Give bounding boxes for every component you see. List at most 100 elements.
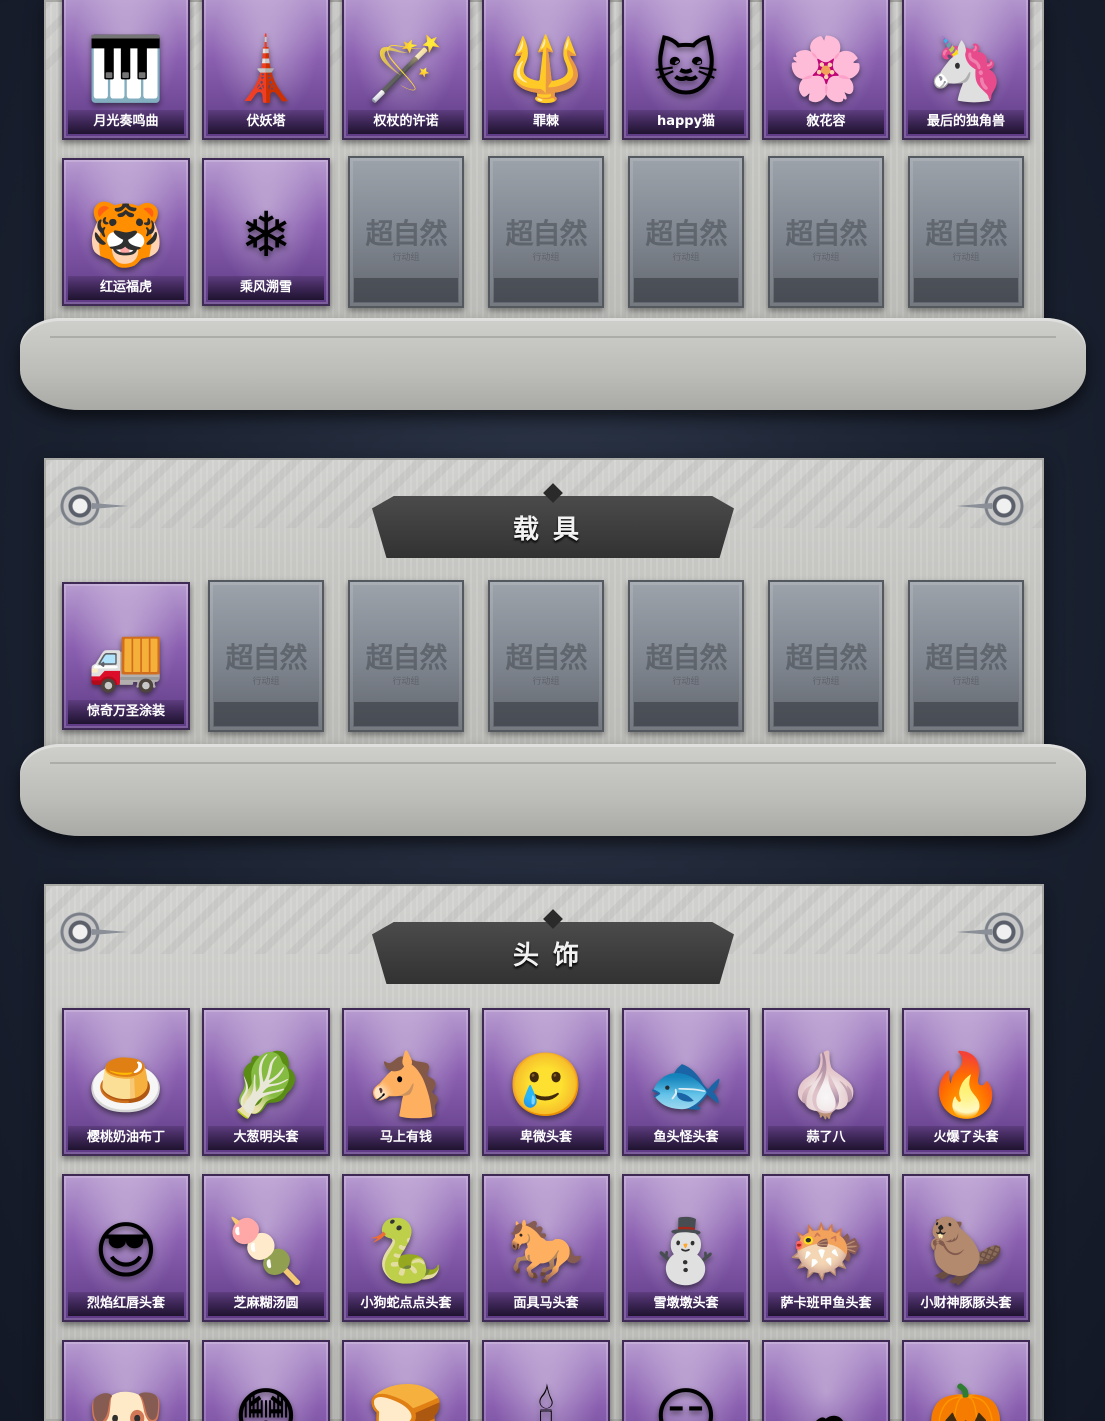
empty-slot-subtitle: 行动组 — [532, 677, 560, 687]
item-label: 权杖的许诺 — [348, 110, 464, 134]
item-card[interactable]: 🐶 — [62, 1340, 190, 1421]
item-card[interactable]: 🎃 — [902, 1340, 1030, 1421]
rice-ball-head-icon: 🍡 — [227, 1213, 305, 1287]
empty-slot-subtitle: 行动组 — [952, 677, 980, 687]
empty-slot[interactable]: 超自然 行动组 — [628, 156, 744, 308]
item-card[interactable]: 😎 烈焰红唇头套 — [62, 1174, 190, 1322]
item-label: 最后的独角兽 — [908, 110, 1024, 134]
empty-slot-subtitle: 行动组 — [672, 253, 700, 263]
empty-slot-watermark: 超自然 — [925, 217, 1007, 250]
empty-slot-watermark: 超自然 — [505, 641, 587, 674]
item-card[interactable]: 🔥 火爆了头套 — [902, 1008, 1030, 1156]
item-card[interactable]: 🕯 — [482, 1340, 610, 1421]
empty-slot-watermark: 超自然 — [925, 641, 1007, 674]
empty-slot-subtitle: 行动组 — [392, 677, 420, 687]
item-card[interactable]: ☁ — [762, 1340, 890, 1421]
pikachu-sunglasses-icon: 😎 — [93, 1213, 159, 1287]
item-card[interactable]: 🌸 敘花容 — [762, 0, 890, 140]
item-card[interactable]: 🍞 — [342, 1340, 470, 1421]
empty-slot[interactable]: 超自然 行动组 — [768, 580, 884, 732]
empty-slot[interactable]: 超自然 行动组 — [488, 580, 604, 732]
item-label: 大葱明头套 — [208, 1126, 324, 1150]
snow-jetpack-icon: ❄ — [240, 197, 292, 271]
fire-head-icon: 🔥 — [927, 1047, 1005, 1121]
item-card[interactable]: 🍡 芝麻糊汤圆 — [202, 1174, 330, 1322]
empty-slot-watermark: 超自然 — [365, 217, 447, 250]
item-card[interactable]: 🚚 惊奇万圣涂装 — [62, 582, 190, 730]
compass-ornament-icon — [956, 910, 1026, 954]
empty-slot[interactable]: 超自然 行动组 — [488, 156, 604, 308]
compass-ornament-icon — [58, 484, 102, 528]
item-card[interactable]: 🐯 红运福虎 — [62, 158, 190, 306]
item-card[interactable]: 🗼 伏妖塔 — [202, 0, 330, 140]
empty-slot[interactable]: 超自然 行动组 — [628, 580, 744, 732]
item-card[interactable]: ❄ 乘风溯雪 — [202, 158, 330, 306]
item-card[interactable]: 🧄 蒜了八 — [762, 1008, 890, 1156]
pagoda-icon: 🗼 — [227, 31, 305, 105]
candle-head-icon: 🕯 — [537, 1379, 555, 1421]
item-label: 小狗蛇点点头套 — [348, 1292, 464, 1316]
empty-slot[interactable]: 超自然 行动组 — [348, 156, 464, 308]
item-card[interactable]: 🐴 马上有钱 — [342, 1008, 470, 1156]
tiger-icon: 🐯 — [87, 197, 165, 271]
item-card[interactable]: 🐱 happy猫 — [622, 0, 750, 140]
vehicles-scroll-bottom — [20, 744, 1086, 836]
item-label: 敘花容 — [768, 110, 884, 134]
empty-slot[interactable]: 超自然 行动组 — [908, 580, 1024, 732]
item-label: 萨卡班甲鱼头套 — [768, 1292, 884, 1316]
headwear-section-title: 头饰 — [512, 940, 593, 971]
item-card[interactable]: 🍮 樱桃奶油布丁 — [62, 1008, 190, 1156]
item-card[interactable]: 🥬 大葱明头套 — [202, 1008, 330, 1156]
horse-mask-icon: 🐎 — [507, 1213, 585, 1287]
toast-monster-icon: 🍞 — [367, 1379, 445, 1421]
item-card[interactable]: 😏 — [622, 1340, 750, 1421]
cloud-head-icon: ☁ — [795, 1379, 857, 1421]
vehicles-section-banner: 载具 — [372, 496, 734, 558]
spear-icon: 🔱 — [507, 31, 585, 105]
empty-slot-watermark: 超自然 — [645, 641, 727, 674]
empty-slot[interactable]: 超自然 行动组 — [768, 156, 884, 308]
item-label: 面具马头套 — [488, 1292, 604, 1316]
armored-fish-icon: 🐡 — [787, 1213, 865, 1287]
item-label: 罪棘 — [488, 110, 604, 134]
item-label: 红运福虎 — [68, 276, 184, 300]
item-card[interactable]: 🥲 卑微头套 — [482, 1008, 610, 1156]
pudding-head-icon: 🍮 — [87, 1047, 165, 1121]
item-card[interactable]: 🦫 小财神豚豚头套 — [902, 1174, 1030, 1322]
item-card[interactable]: ⛄ 雪墩墩头套 — [622, 1174, 750, 1322]
piano-moon-icon: 🎹 — [87, 31, 165, 105]
item-card[interactable]: 🐡 萨卡班甲鱼头套 — [762, 1174, 890, 1322]
compass-ornament-icon — [956, 484, 1026, 528]
item-card[interactable]: 🪄 权杖的许诺 — [342, 0, 470, 140]
scallion-head-icon: 🥬 — [227, 1047, 305, 1121]
empty-slot-subtitle: 行动组 — [532, 253, 560, 263]
item-card[interactable]: 🦄 最后的独角兽 — [902, 0, 1030, 140]
empty-slot-subtitle: 行动组 — [672, 677, 700, 687]
empty-slot-subtitle: 行动组 — [392, 253, 420, 263]
empty-slot-watermark: 超自然 — [785, 641, 867, 674]
halloween-truck-icon: 🚚 — [87, 621, 165, 695]
item-card[interactable]: 🐍 小狗蛇点点头套 — [342, 1174, 470, 1322]
item-card[interactable]: 🔱 罪棘 — [482, 0, 610, 140]
item-card[interactable]: 🎹 月光奏鸣曲 — [62, 0, 190, 140]
scepter-icon: 🪄 — [367, 31, 445, 105]
empty-slot-watermark: 超自然 — [225, 641, 307, 674]
empty-slot[interactable]: 超自然 行动组 — [348, 580, 464, 732]
item-label: 小财神豚豚头套 — [908, 1292, 1024, 1316]
googly-eyes-head-icon: 😳 — [233, 1379, 299, 1421]
empty-slot[interactable]: 超自然 行动组 — [208, 580, 324, 732]
empty-slot-subtitle: 行动组 — [812, 677, 840, 687]
headwear-section-banner: 头饰 — [372, 922, 734, 984]
item-card[interactable]: 😳 — [202, 1340, 330, 1421]
item-card[interactable]: 🐎 面具马头套 — [482, 1174, 610, 1322]
capybara-head-icon: 🦫 — [927, 1213, 1005, 1287]
item-card[interactable]: 🐟 鱼头怪头套 — [622, 1008, 750, 1156]
smirk-face-head-icon: 😏 — [653, 1379, 719, 1421]
weapons-scroll-bottom — [20, 318, 1086, 410]
item-label: 惊奇万圣涂装 — [68, 700, 184, 724]
empty-slot[interactable]: 超自然 行动组 — [908, 156, 1024, 308]
item-label: 蒜了八 — [768, 1126, 884, 1150]
item-label: 马上有钱 — [348, 1126, 464, 1150]
item-label: happy猫 — [628, 110, 744, 134]
doge-sunglasses-icon: 🐶 — [87, 1379, 165, 1421]
